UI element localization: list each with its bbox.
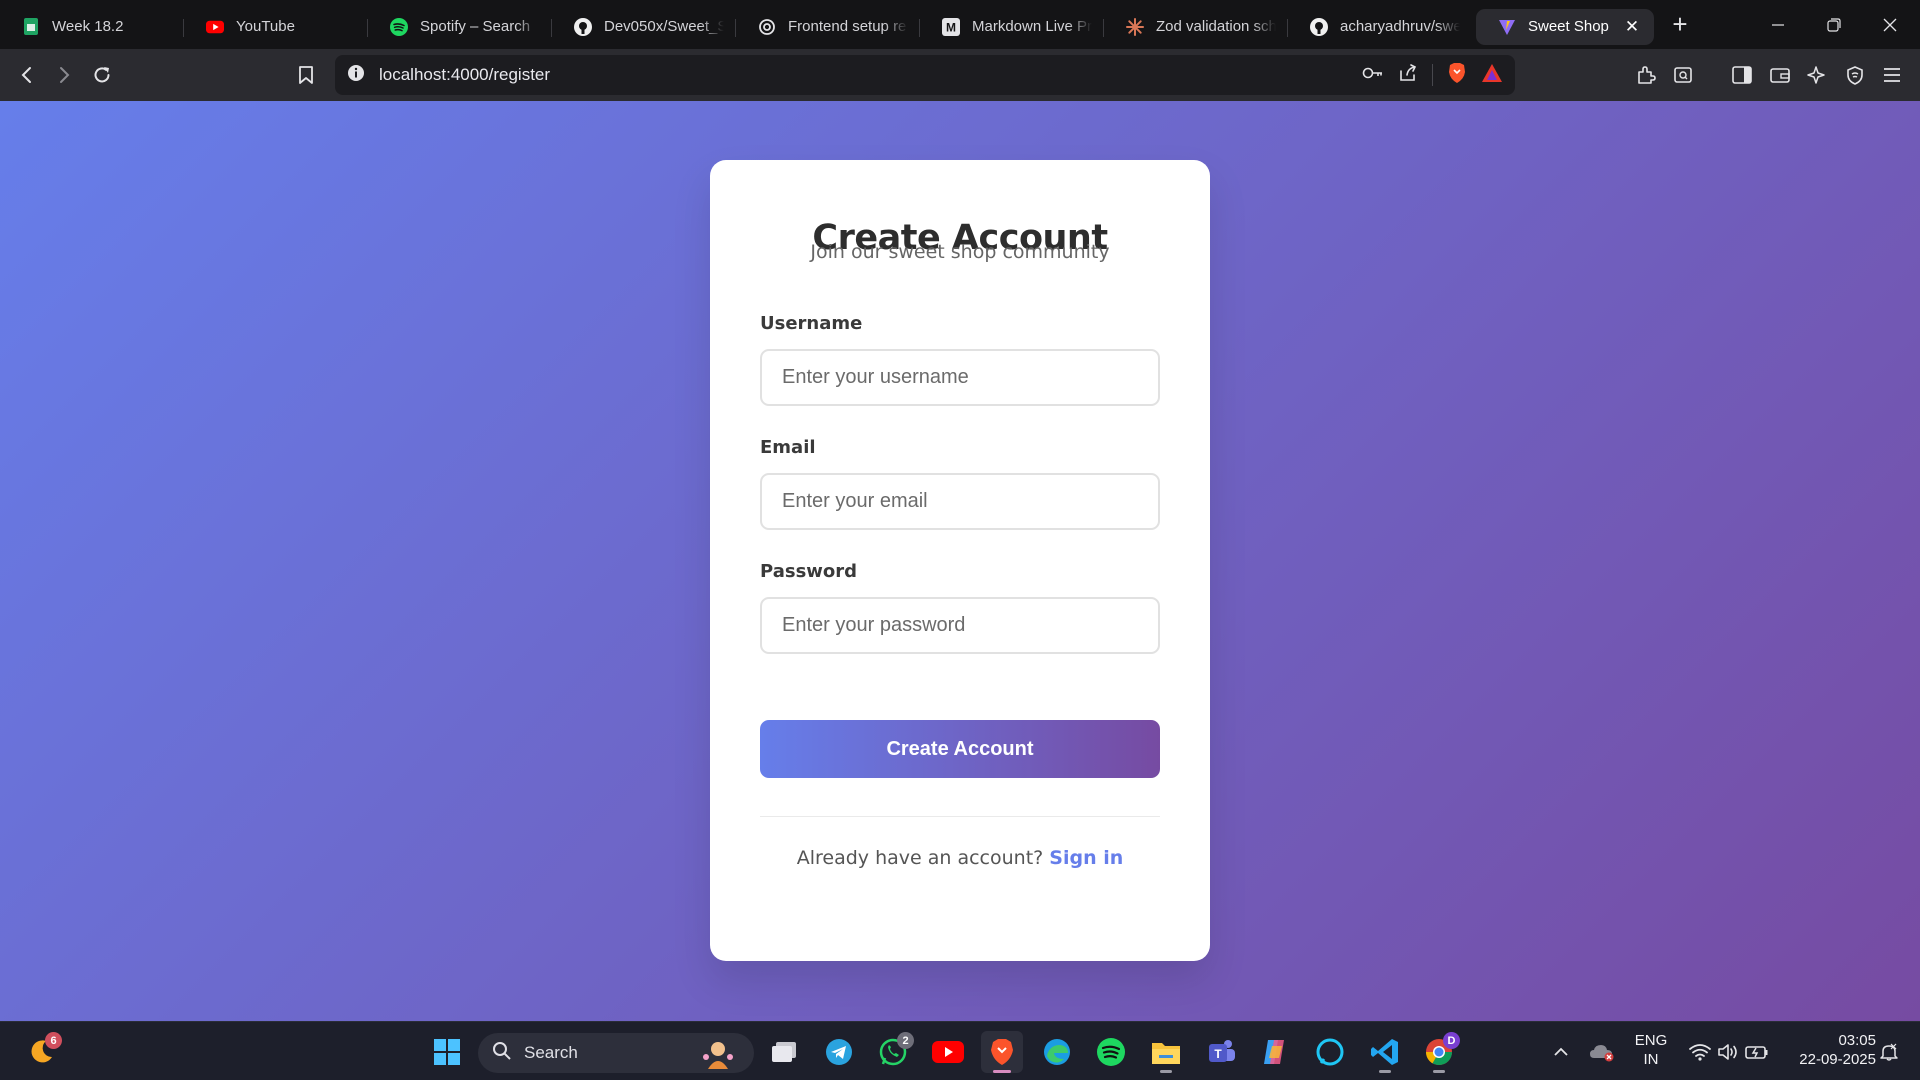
new-tab-button[interactable]: + <box>1660 5 1700 45</box>
register-page: Create Account Join our sweet shop commu… <box>0 101 1920 1021</box>
brave-shields-icon[interactable] <box>1447 62 1467 89</box>
claude-icon <box>1126 17 1144 36</box>
tab-title: Week 18.2 <box>52 18 124 35</box>
divider <box>760 816 1160 817</box>
tab-spotify[interactable]: Spotify – Search <box>368 9 552 45</box>
restore-button[interactable] <box>1806 0 1862 49</box>
vscode-icon[interactable] <box>1364 1031 1406 1073</box>
edge-icon[interactable] <box>1036 1031 1078 1073</box>
forward-button[interactable] <box>46 57 82 93</box>
signin-link[interactable]: Sign in <box>1049 847 1123 869</box>
menu-icon[interactable] <box>1874 57 1910 93</box>
youtube-app-icon[interactable] <box>927 1031 969 1073</box>
chrome-profile-badge: D <box>1443 1032 1460 1049</box>
vite-icon <box>1498 18 1516 36</box>
svg-text:M: M <box>946 20 956 34</box>
spotify-app-icon[interactable] <box>1090 1031 1132 1073</box>
widgets-badge: 6 <box>45 1032 62 1049</box>
openai-icon <box>758 18 776 36</box>
brave-rewards-icon[interactable] <box>1481 63 1503 88</box>
tab-title: Spotify – Search <box>420 18 531 35</box>
tab-title: Dev050x/Sweet_Sh <box>604 18 724 35</box>
tab-github-dev050x[interactable]: Dev050x/Sweet_Sh <box>552 9 736 45</box>
tab-title: Sweet Shop <box>1528 18 1609 35</box>
search-highlight-icon <box>698 1037 738 1074</box>
whatsapp-badge: 2 <box>897 1032 914 1049</box>
show-hidden-icons[interactable] <box>1541 1031 1581 1073</box>
signin-prompt: Already have an account? Sign in <box>710 847 1210 869</box>
start-button[interactable] <box>426 1031 468 1073</box>
email-label: Email <box>760 437 816 458</box>
close-tab-icon[interactable]: ✕ <box>1622 17 1642 37</box>
markdown-icon: M <box>942 17 960 36</box>
browser-toolbar: localhost:4000/register <box>0 49 1920 101</box>
bookmark-icon[interactable] <box>288 57 324 93</box>
tab-week-18-2[interactable]: Week 18.2 <box>0 9 184 45</box>
tab-youtube[interactable]: YouTube <box>184 9 368 45</box>
github-icon <box>1310 17 1328 36</box>
tab-github-acharyadhruv[interactable]: acharyadhruv/swe <box>1288 9 1472 45</box>
create-account-button[interactable]: Create Account <box>760 720 1160 778</box>
site-info-icon[interactable] <box>347 64 365 87</box>
whatsapp-icon[interactable]: 2 <box>872 1031 914 1073</box>
key-icon[interactable] <box>1362 66 1384 85</box>
leo-ai-icon[interactable] <box>1799 57 1835 93</box>
sheets-icon <box>22 18 40 36</box>
back-button[interactable] <box>9 57 45 93</box>
browser-tab-strip: Week 18.2 YouTube Spotify – Search Dev05… <box>0 0 1920 49</box>
search-label: Search <box>524 1043 578 1062</box>
brave-browser-icon[interactable] <box>981 1031 1023 1073</box>
widgets-icon[interactable]: 6 <box>20 1031 62 1073</box>
close-window-button[interactable] <box>1862 0 1918 49</box>
youtube-icon <box>206 18 224 36</box>
spotify-icon <box>390 17 408 36</box>
tab-claude[interactable]: Zod validation sch <box>1104 9 1288 45</box>
chrome-icon[interactable]: D <box>1418 1031 1460 1073</box>
vpn-icon[interactable] <box>1837 57 1873 93</box>
clock-time: 03:05 <box>1838 1032 1876 1049</box>
page-subtitle: Join our sweet shop community <box>810 241 1110 263</box>
extensions-icon[interactable] <box>1628 57 1664 93</box>
url-text: localhost:4000/register <box>379 65 551 84</box>
windows-taskbar: 6 Search 2 T D ENG IN 03:05 22-09-2025 <box>0 1021 1920 1080</box>
password-input[interactable] <box>760 597 1160 654</box>
teams-icon[interactable]: T <box>1200 1031 1242 1073</box>
notifications-icon[interactable] <box>1872 1031 1906 1073</box>
alexa-icon[interactable] <box>1309 1031 1351 1073</box>
wallet-icon[interactable] <box>1762 57 1798 93</box>
telegram-icon[interactable] <box>818 1031 860 1073</box>
tab-title: Markdown Live Pr <box>972 18 1092 35</box>
file-explorer-icon[interactable] <box>1145 1031 1187 1073</box>
share-icon[interactable] <box>1398 63 1418 88</box>
username-label: Username <box>760 313 863 334</box>
sidebar-icon[interactable] <box>1724 57 1760 93</box>
svg-text:T: T <box>1214 1047 1222 1061</box>
signin-prompt-text: Already have an account? <box>796 847 1044 869</box>
reload-button[interactable] <box>84 57 120 93</box>
minimize-button[interactable] <box>1750 0 1806 49</box>
tab-markdown[interactable]: M Markdown Live Pr <box>920 9 1104 45</box>
onedrive-icon[interactable] <box>1584 1031 1620 1073</box>
task-view-icon[interactable] <box>763 1031 805 1073</box>
clock-date: 22-09-2025 <box>1799 1051 1876 1068</box>
language-indicator[interactable]: ENG IN <box>1628 1031 1674 1069</box>
register-card: Create Account Join our sweet shop commu… <box>710 160 1210 961</box>
username-input[interactable] <box>760 349 1160 406</box>
taskbar-search[interactable]: Search <box>478 1033 754 1073</box>
address-bar[interactable]: localhost:4000/register <box>335 55 1515 95</box>
clock[interactable]: 03:05 22-09-2025 <box>1780 1031 1876 1069</box>
tab-title: Frontend setup re <box>788 18 907 35</box>
password-label: Password <box>760 561 858 582</box>
github-icon <box>574 17 592 36</box>
search-icon <box>492 1041 512 1066</box>
email-input[interactable] <box>760 473 1160 530</box>
tab-chatgpt[interactable]: Frontend setup re <box>736 9 920 45</box>
tab-title: YouTube <box>236 18 295 35</box>
reader-mode-icon[interactable] <box>1665 57 1701 93</box>
tab-sweet-shop[interactable]: Sweet Shop ✕ <box>1476 8 1654 45</box>
copilot-icon[interactable] <box>1254 1031 1296 1073</box>
tab-title: acharyadhruv/swe <box>1340 18 1460 35</box>
battery-icon[interactable] <box>1740 1031 1774 1073</box>
tab-title: Zod validation sch <box>1156 18 1276 35</box>
